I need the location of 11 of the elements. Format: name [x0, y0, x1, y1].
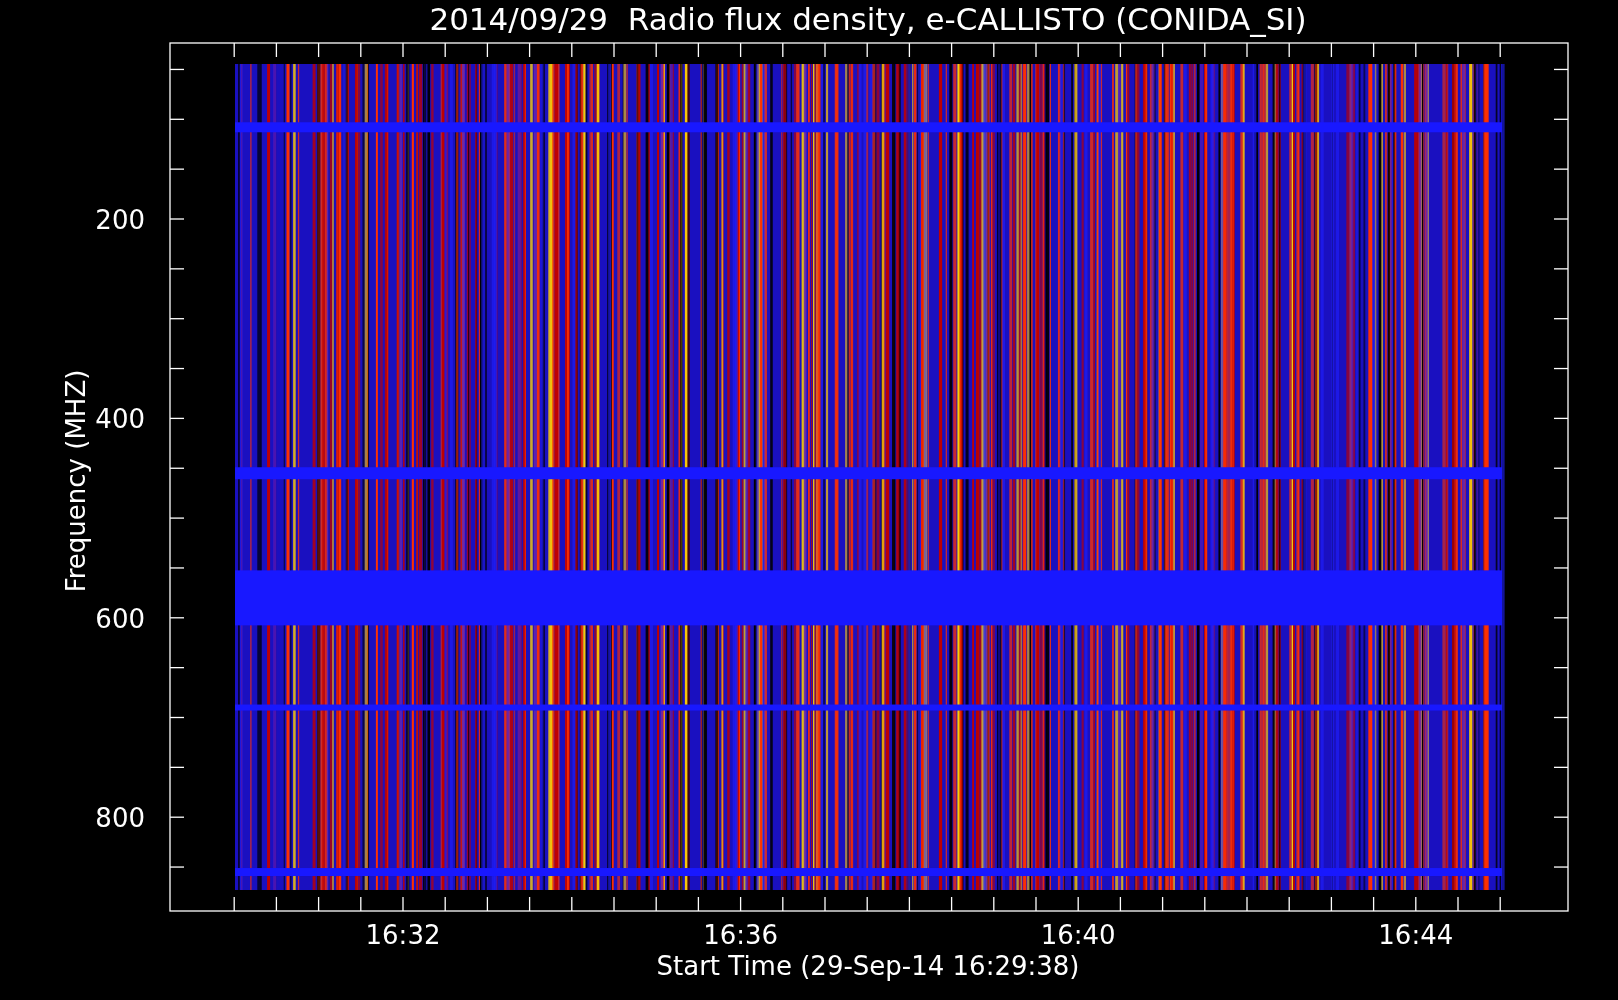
y-tick-label: 200: [95, 205, 145, 235]
y-axis-label: Frequency (MHZ): [61, 369, 91, 593]
x-tick-label: 16:40: [1040, 920, 1116, 950]
x-axis-label: Start Time (29-Sep-14 16:29:38): [656, 951, 1080, 981]
y-tick-label: 400: [95, 404, 145, 435]
x-tick-label: 16:44: [1378, 920, 1454, 950]
chart-title: 2014/09/29 Radio flux density, e-CALLISTO (CONIDA_SI): [429, 1, 1307, 37]
x-tick-label: 16:32: [365, 920, 441, 950]
y-tick-label: 600: [95, 603, 145, 634]
x-tick-label: 16:36: [703, 920, 779, 950]
y-tick-label: 800: [95, 803, 145, 834]
